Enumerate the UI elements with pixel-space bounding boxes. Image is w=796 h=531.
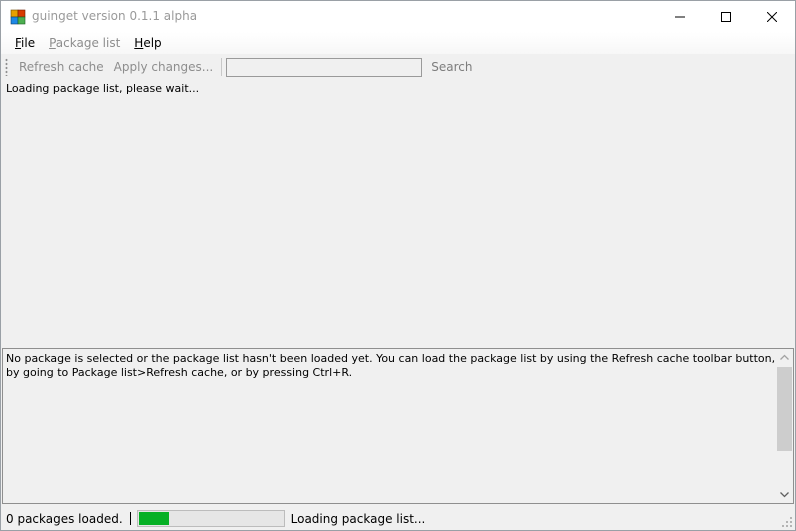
packages-loaded-label: 0 packages loaded. — [6, 511, 123, 526]
search-input[interactable] — [226, 57, 423, 77]
scroll-up-icon[interactable] — [776, 349, 793, 366]
window-title: guinget version 0.1.1 alpha — [32, 9, 198, 23]
toolstrip-grip-icon[interactable] — [5, 58, 8, 76]
toolbar-separator — [221, 58, 223, 76]
scroll-thumb[interactable] — [777, 367, 792, 451]
menu-bar: File Package list Help — [1, 32, 795, 54]
menu-package-list[interactable]: Package list — [42, 32, 127, 54]
loading-progress-bar — [136, 510, 285, 527]
package-details-text: No package is selected or the package li… — [6, 352, 776, 379]
progress-fill — [138, 512, 169, 525]
menu-help[interactable]: Help — [127, 32, 168, 54]
minimize-icon — [675, 12, 685, 22]
status-separator — [129, 512, 131, 525]
maximize-icon — [721, 11, 731, 22]
scroll-down-icon[interactable] — [776, 486, 793, 503]
tool-strip: Refresh cache Apply changes... Search — [1, 54, 795, 80]
status-bar: 0 packages loaded. Loading package list.… — [1, 507, 795, 530]
app-window: guinget version 0.1.1 alpha File Package… — [0, 0, 796, 531]
details-scrollbar[interactable] — [776, 349, 793, 503]
size-grip-icon[interactable] — [781, 516, 793, 528]
close-button[interactable] — [749, 1, 795, 32]
apply-changes-button[interactable]: Apply changes... — [109, 56, 219, 78]
title-bar[interactable]: guinget version 0.1.1 alpha — [1, 1, 795, 32]
minimize-button[interactable] — [657, 1, 703, 32]
search-button[interactable]: Search — [426, 56, 477, 78]
loading-message: Loading package list, please wait... — [6, 82, 200, 95]
refresh-cache-button[interactable]: Refresh cache — [14, 56, 109, 78]
status-message: Loading package list... — [290, 511, 426, 526]
maximize-button[interactable] — [703, 1, 749, 32]
package-list-view[interactable]: Loading package list, please wait... — [1, 80, 795, 348]
close-icon — [767, 11, 777, 22]
menu-file[interactable]: File — [8, 32, 42, 54]
package-details-box[interactable]: No package is selected or the package li… — [2, 348, 794, 504]
app-icon — [10, 9, 26, 25]
